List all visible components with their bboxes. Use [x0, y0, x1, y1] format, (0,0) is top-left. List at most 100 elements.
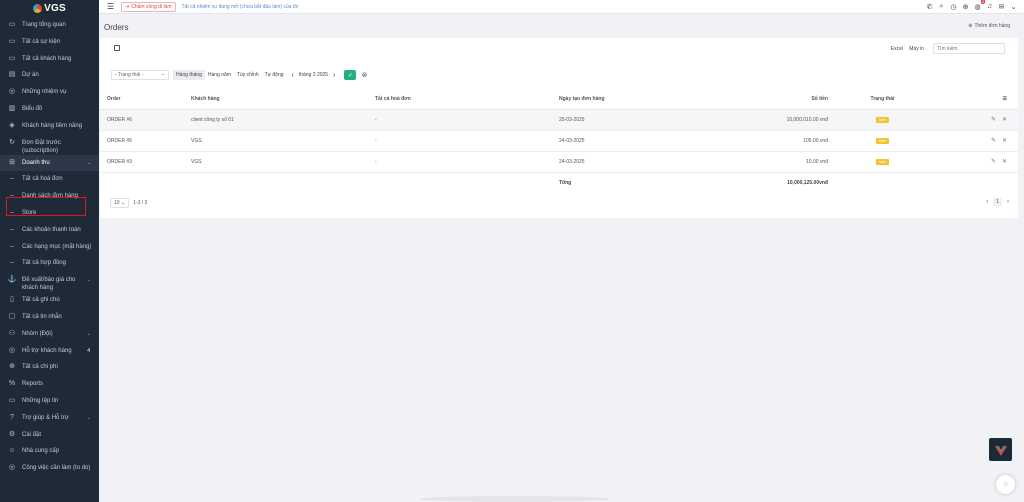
sidebar-item-9[interactable]: – Tất cả hoá đơn	[0, 171, 99, 188]
period-tab-2[interactable]: Tùy chỉnh	[233, 70, 262, 80]
sidebar-item-26[interactable]: ◎ Công việc cần làm (to do)	[0, 460, 99, 477]
columns-toggle-icon[interactable]	[114, 45, 120, 51]
cart-icon: ⊞	[9, 158, 15, 166]
highlight-box	[6, 197, 86, 216]
delete-icon[interactable]: ✕	[1002, 117, 1007, 123]
sidebar-item-label: Tất cả ghi chú	[22, 297, 60, 304]
sidebar-item-2[interactable]: ▭ Tất cả khách hàng	[0, 51, 99, 68]
prev-page-icon[interactable]: ‹	[986, 199, 988, 205]
delete-icon[interactable]: ✕	[1002, 159, 1007, 165]
total-amount: 10,000,125.00vnđ	[787, 179, 828, 186]
table-row: ORDER #3 VGS -24-03-2025 10.00 vnđ New ✎ ✕	[100, 151, 1018, 173]
table-row: ORDER #5 VGS -24-03-2025 105.00 vnđ New ✎ ✕	[100, 130, 1018, 152]
chat-button[interactable]: ◌	[996, 475, 1015, 494]
check-circle-icon: ◎	[8, 464, 16, 472]
chat-icon: ◌	[1003, 481, 1008, 488]
invoices-cell: -	[375, 151, 559, 173]
notification-icon[interactable]: ◍ 3	[973, 0, 985, 11]
order-cell[interactable]: ORDER #6	[100, 109, 191, 131]
prev-month-icon[interactable]: ‹	[292, 72, 294, 79]
edit-icon[interactable]: ✎	[991, 138, 996, 144]
chevron-down-icon: ⌄	[86, 159, 91, 166]
phone-icon[interactable]: ✆	[925, 2, 934, 11]
sidebar-item-20[interactable]: ⊕ Tất cả chi phí	[0, 359, 99, 376]
sidebar-item-6[interactable]: ◈ Khách hàng tiềm năng	[0, 118, 99, 135]
sidebar-item-25[interactable]: ☺ Nhà cung cấp	[0, 443, 99, 460]
col-amount[interactable]: Số tiền	[729, 90, 828, 110]
sidebar-item-4[interactable]: ◎ Những nhiệm vụ	[0, 84, 99, 101]
sidebar-item-14[interactable]: – Tất cả hợp đồng	[0, 255, 99, 272]
monitor-icon: ▭	[8, 54, 16, 62]
sidebar-item-label: Tất cả khách hàng	[22, 55, 72, 62]
col-status[interactable]: Trạng thái	[828, 90, 937, 110]
sidebar-item-24[interactable]: ⚙ Cài đặt	[0, 427, 99, 444]
orders-table: Order Khách hàng Tất cả hoá đơn Ngày tạo…	[100, 90, 1018, 193]
add-order-button[interactable]: ⊕ Thêm đơn hàng	[968, 23, 1010, 29]
sidebar-item-label: Trợ giúp & Hỗ trợ	[22, 414, 69, 421]
search-input[interactable]	[933, 43, 1005, 54]
reset-filter-icon[interactable]: ⊗	[359, 70, 369, 80]
search-icon[interactable]: ⌕	[937, 2, 946, 11]
column-menu-icon[interactable]: ☰	[937, 90, 1018, 110]
order-cell[interactable]: ORDER #3	[100, 151, 191, 173]
menu-toggle-icon[interactable]: ☰	[107, 2, 117, 11]
col-invoices[interactable]: Tất cả hoá đơn	[375, 90, 559, 110]
edit-icon[interactable]: ✎	[991, 159, 996, 165]
invoices-cell: -	[375, 109, 559, 131]
check-icon: ✓	[347, 72, 353, 79]
sidebar-item-1[interactable]: ▭ Tất cả sự kiện	[0, 34, 99, 51]
orders-table-body: ORDER #6 client công ty số 01-25-03-2025 1…	[100, 109, 1018, 173]
customer-cell[interactable]: VGS	[191, 151, 375, 173]
app-thumbnail-icon[interactable]	[989, 438, 1012, 461]
sidebar-item-19[interactable]: ◎ Hỗ trợ khách hàng 4	[0, 343, 99, 360]
clock-icon[interactable]: ◷	[949, 2, 958, 11]
current-page-button[interactable]: 1	[993, 198, 1002, 206]
col-date[interactable]: Ngày tạo đơn hàng	[559, 90, 729, 110]
col-customer[interactable]: Khách hàng	[191, 90, 375, 110]
order-cell[interactable]: ORDER #5	[100, 130, 191, 152]
clock-in-button[interactable]: ⇥ Chấm công đi làm	[121, 1, 176, 12]
sidebar-item-8[interactable]: ⊞ Doanh thu ⌄	[0, 154, 99, 172]
sidebar-item-18[interactable]: ⚇ Nhóm (Đội) ⌄	[0, 326, 99, 343]
bottom-shadow	[420, 496, 610, 502]
period-tab-0[interactable]: Hàng tháng	[173, 70, 205, 80]
excel-button[interactable]: Excel	[891, 46, 903, 52]
sidebar-item-13[interactable]: – Các hạng mục (mặt hàng)	[0, 239, 99, 256]
next-page-icon[interactable]: ›	[1007, 199, 1009, 205]
apply-filter-button[interactable]: ✓	[344, 70, 357, 80]
customer-cell[interactable]: client công ty số 01	[191, 109, 375, 131]
bell-icon[interactable]: ♫	[985, 2, 994, 11]
sidebar-item-17[interactable]: ▢ Tất cả tin nhắn	[0, 309, 99, 326]
sidebar-item-0[interactable]: ▭ Trang tổng quan	[0, 17, 99, 34]
customer-cell[interactable]: VGS	[191, 130, 375, 152]
actions-cell: ✎ ✕	[937, 151, 1018, 173]
print-button[interactable]: Máy in	[909, 46, 924, 52]
language-icon[interactable]: ⊕	[961, 2, 970, 11]
sidebar-item-22[interactable]: ▭ Những tệp tin	[0, 393, 99, 410]
sidebar-item-15[interactable]: ⚓ Đề xuất/báo giá cho khách hàng ⌄	[0, 272, 99, 292]
sidebar-item-5[interactable]: ▥ Biểu đồ	[0, 101, 99, 118]
status-filter-select[interactable]: - Trạng thái -	[111, 70, 169, 80]
sidebar-item-label: Reports	[22, 381, 44, 388]
sidebar-item-21[interactable]: % Reports	[0, 376, 99, 393]
edit-icon[interactable]: ✎	[991, 117, 996, 123]
period-tab-3[interactable]: Tự động	[261, 70, 287, 80]
page-size-select[interactable]: 10 ⌄	[110, 198, 130, 208]
sidebar-item-label: Tất cả hoá đơn	[22, 176, 63, 183]
sidebar-item-12[interactable]: – Các khoản thanh toán	[0, 222, 99, 239]
sidebar-item-7[interactable]: ↻ Đơn Đặt trước (subscription)	[0, 135, 99, 155]
app-logo[interactable]: VGS	[0, 0, 99, 17]
user-menu-icon[interactable]: ⌄	[1009, 2, 1018, 11]
open-tasks-link[interactable]: Tất cả nhiệm vụ đang mở (chưa bắt đầu là…	[182, 4, 299, 10]
next-month-icon[interactable]: ›	[333, 72, 335, 79]
sidebar-item-23[interactable]: ? Trợ giúp & Hỗ trợ ⌄	[0, 410, 99, 427]
sidebar-item-3[interactable]: ▤ Dự án	[0, 67, 99, 84]
users-icon: ⚇	[8, 329, 16, 337]
period-tab-1[interactable]: Hàng năm	[204, 70, 234, 80]
sidebar-item-16[interactable]: ▯ Tất cả ghi chú	[0, 292, 99, 309]
col-order[interactable]: Order	[100, 90, 191, 110]
dash-icon: –	[10, 259, 14, 267]
mail-icon[interactable]: ✉	[997, 2, 1006, 11]
settings-icon: ⚙	[8, 430, 16, 438]
delete-icon[interactable]: ✕	[1002, 138, 1007, 144]
